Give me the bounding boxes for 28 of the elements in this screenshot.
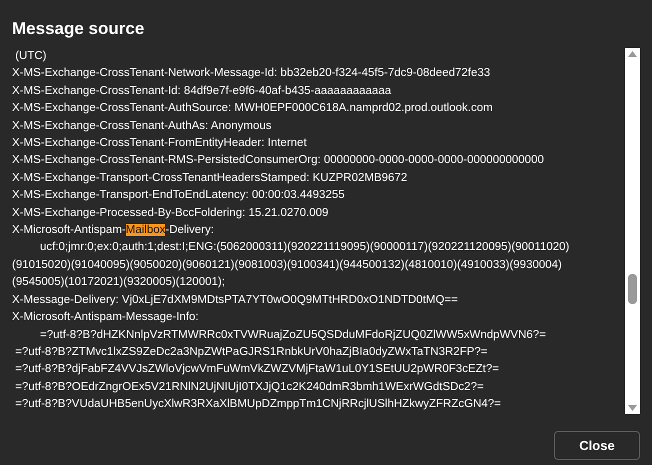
- source-line: X-Microsoft-Antispam-Message-Info:: [12, 310, 200, 326]
- source-line: (9545005)(10172021)(9320005)(120001);: [12, 275, 226, 290]
- close-button[interactable]: Close: [554, 431, 640, 460]
- source-line: X-MS-Exchange-Transport-CrossTenantHeadersStamped: KUZPR02MB9672: [12, 170, 408, 186]
- scroll-down-icon[interactable]: [628, 405, 637, 411]
- source-line: X-MS-Exchange-CrossTenant-Id: 84df9e7f-e9f6-40af-b435-aaaaaaaaaaaa: [12, 84, 392, 99]
- scrollbar-thumb[interactable]: [628, 274, 637, 304]
- source-line: X-MS-Exchange-CrossTenant-AuthAs: Anonymous: [12, 118, 273, 134]
- source-line: X-MS-Exchange-Transport-EndToEndLatency: 00:00:03.4493255: [12, 188, 346, 204]
- scrollbar[interactable]: [625, 48, 640, 414]
- source-line: X-MS-Exchange-CrossTenant-Network-Message-Id: bb32eb20-f324-45f5-7dc9-08deed72fe33: [12, 66, 492, 82]
- source-line: ucf:0;jmr:0;ex:0;auth:1;dest:I;ENG:(5062000311)(920221119095)(90000117)(920221120095)(90011020): [39, 240, 570, 256]
- dialog-title: Message source: [12, 18, 144, 40]
- source-line: =?utf-8?B?OEdrZngrOEx5V21RNlN2UjNIUjI0TXJjQ1c2K240dmR3bmh1WExrWGdtSDc2?=: [14, 380, 485, 395]
- source-line: X-Microsoft-Antispam-Mailbox-Delivery:: [12, 223, 215, 238]
- source-line: X-MS-Exchange-CrossTenant-RMS-PersistedConsumerOrg: 00000000-0000-0000-0000-000000000000: [12, 153, 545, 168]
- source-line: X-Message-Delivery: Vj0xLjE7dXM9MDtsPTA7YT0wO0Q9MTtHRD0xO1NDTD0tMQ==: [12, 292, 459, 308]
- source-line: =?utf-8?B?djFabFZ4VVJsZWloVjcwVmFuWmVkZWZVMjFtaW1uL0Y1SEtUU2pWR0F3cEZt?=: [14, 362, 500, 378]
- source-line: X-MS-Exchange-Processed-By-BccFoldering: 15.21.0270.009: [12, 206, 330, 221]
- scroll-up-icon[interactable]: [628, 51, 637, 57]
- source-line: =?utf-8?B?ZTMvc1lxZS9ZeDc2a3NpZWtPaGJRS1RnbkUrV0haZjBIa0dyZWxTaTN3R2FP?=: [14, 344, 488, 360]
- source-line: (91015020)(91040095)(9050020)(9060121)(9081003)(9100341)(944500132)(4810010)(4910033)(9930004): [12, 258, 563, 273]
- source-line: X-MS-Exchange-CrossTenant-FromEntityHeader: Internet: [12, 136, 308, 152]
- source-line: (UTC): [14, 49, 48, 64]
- source-line: =?utf-8?B?dHZKNnlpVzRTMWRRc0xTVWRuajZoZU5QSDduMFdoRjZUQ0ZlWW5xWndpWVN6?=: [39, 328, 547, 342]
- source-line: X-MS-Exchange-CrossTenant-AuthSource: MWH0EPF000C618A.namprd02.prod.outlook.com: [12, 101, 494, 116]
- source-line: =?utf-8?B?VUdaUHB5enUycXlwR3RXaXlBMUpDZmppTm1CNjRRcjlUSlhHZkwyZFRZcGN4?=: [14, 397, 502, 412]
- search-highlight: Mailbox: [126, 224, 166, 236]
